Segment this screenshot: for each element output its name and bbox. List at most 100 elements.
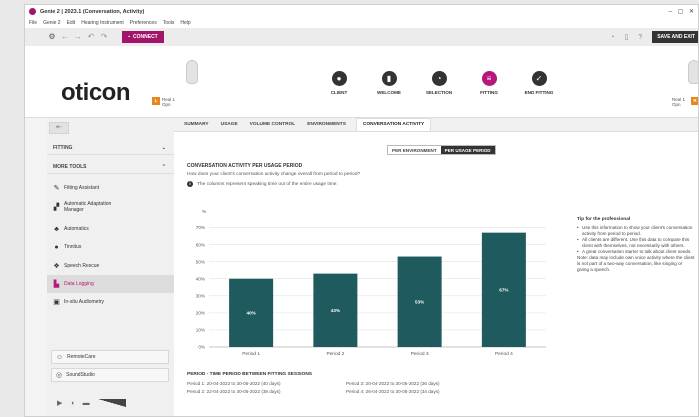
connect-button[interactable]: ▪ CONNECT	[122, 31, 164, 43]
y-tick-label: 50%	[196, 259, 205, 264]
back-icon[interactable]: ←	[60, 32, 70, 42]
connect-label: CONNECT	[133, 34, 158, 40]
sidebar-section-fitting[interactable]: FITTING ⌄	[47, 142, 174, 155]
sidebar-item-in-situ-audiometry[interactable]: ▣ In-situ Audiometry	[47, 293, 174, 311]
x-tick-label: Period 3	[411, 351, 429, 357]
hearing-aid-icon: ▮	[381, 71, 397, 86]
gauge-icon: ◔	[431, 71, 447, 86]
x-tick-label: Period 2	[326, 351, 344, 357]
sidebar-item-label: Speech Rescue	[64, 263, 100, 269]
sidebar-item-label: Tinnitus	[64, 244, 82, 250]
left-side-badge: L	[152, 97, 160, 105]
check-icon: ✓	[531, 71, 547, 86]
chevron-down-icon: ⌄	[161, 145, 166, 151]
help-icon[interactable]: ?	[638, 34, 642, 41]
right-device-label: Real 1 Opn	[672, 97, 685, 107]
y-tick-label: 40%	[196, 276, 205, 281]
person-icon: ●	[331, 71, 347, 86]
bar-data-label: 67%	[499, 288, 508, 293]
sidebar-item-automatic-adaptation-manager[interactable]: ▞ Automatic Adaptation Manager	[47, 198, 174, 216]
speaker-icon[interactable]: ◖	[70, 400, 74, 407]
right-hearing-aid-image[interactable]	[688, 60, 698, 84]
forward-icon[interactable]: →	[73, 32, 83, 42]
tip-title: Tip for the professional	[577, 217, 631, 222]
remotecare-label: RemoteCare	[67, 354, 96, 360]
step-end-fitting[interactable]: ✓ END FITTING	[523, 71, 555, 95]
step-welcome[interactable]: ▮ WELCOME	[373, 71, 405, 95]
sidebar-item-fitting-assistant[interactable]: ✎ Fitting Assistant	[47, 179, 174, 197]
speech-icon: ❖	[53, 262, 60, 270]
step-label: END FITTING	[524, 90, 554, 95]
right-side-badge: R	[691, 97, 698, 105]
period-2-range: Period 2: 22-04-2022 to 30-05-2022 (38 d…	[187, 389, 281, 394]
tip-bullet: All clients are different. Use this data…	[577, 237, 695, 249]
menu-tools[interactable]: Tools	[163, 20, 175, 26]
workflow-steps: ● CLIENT ▮ WELCOME ◔ SELECTION ≡ FITTING…	[323, 71, 555, 95]
headphones-icon[interactable]: ▬	[83, 400, 90, 407]
remotecare-button[interactable]: ☺ RemoteCare	[51, 350, 169, 364]
toolbar: ⚙ ← → ↶ ↷ ▪ CONNECT ◔ ▯ ? SAVE AND EXIT	[25, 28, 698, 46]
wand-icon: ✎	[53, 184, 60, 192]
bar-data-label: 53%	[415, 299, 424, 304]
y-tick-label: 20%	[196, 311, 205, 316]
menu-genie[interactable]: Genie 2	[43, 20, 61, 26]
tip-list: Use this information to show your client…	[577, 225, 695, 255]
menu-file[interactable]: File	[29, 20, 37, 26]
menu-hearing-instrument[interactable]: Hearing Instrument	[81, 20, 124, 26]
menu-bar: File Genie 2 Edit Hearing Instrument Pre…	[25, 18, 698, 28]
y-tick-label: 10%	[196, 328, 205, 333]
period-3-range: Period 3: 20-04-2022 to 30-05-2022 (36 d…	[346, 381, 440, 386]
soundstudio-icon: ◎	[56, 372, 63, 379]
collapse-sidebar-button[interactable]: ⇤	[49, 122, 69, 134]
sidebar-item-automatics[interactable]: ♣ Automatics	[47, 220, 174, 238]
x-tick-label: Period 1	[242, 351, 260, 357]
redo-icon[interactable]: ↷	[99, 32, 109, 42]
sidebar-item-data-logging[interactable]: ▙ Data Logging	[47, 275, 174, 293]
save-and-exit-button[interactable]: SAVE AND EXIT	[652, 31, 698, 43]
sidebar-item-label: In-situ Audiometry	[64, 299, 105, 305]
conversation-activity-chart: % 0% 10% 20% 30% 40% 50% 60% 70% 40% Period 1 43% Pe…	[196, 209, 546, 357]
document-icon[interactable]: ▯	[624, 33, 628, 41]
sidebar-item-speech-rescue[interactable]: ❖ Speech Rescue	[47, 257, 174, 275]
y-axis-unit-label: %	[202, 209, 207, 215]
volume-slider[interactable]	[97, 399, 126, 407]
data-logging-icon: ▙	[53, 280, 60, 288]
menu-edit[interactable]: Edit	[67, 20, 76, 26]
menu-preferences[interactable]: Preferences	[130, 20, 157, 26]
sidebar-item-tinnitus[interactable]: ● Tinnitus	[47, 238, 174, 256]
step-client[interactable]: ● CLIENT	[323, 71, 355, 95]
automatics-icon: ♣	[54, 225, 59, 233]
right-device-family: Opn	[672, 102, 681, 107]
menu-help[interactable]: Help	[180, 20, 190, 26]
title-bar: Genie 2 | 2023.1 (Conversation, Activity…	[25, 5, 698, 18]
bar-data-label: 43%	[331, 308, 340, 313]
y-tick-label: 0%	[198, 345, 205, 350]
oticon-logo: oticon	[61, 79, 131, 106]
window-controls[interactable]: – ▢ ✕	[669, 8, 696, 15]
step-label: WELCOME	[377, 90, 401, 95]
period-4-range: Period 4: 26-04-2022 to 30-05-2022 (34 d…	[346, 389, 440, 394]
y-tick-label: 30%	[196, 294, 205, 299]
play-icon[interactable]: ▶	[57, 399, 62, 407]
sidebar-section-more-tools[interactable]: MORE TOOLS ⌃	[47, 161, 174, 174]
tinnitus-icon: ●	[54, 243, 59, 251]
connect-icon: ▪	[128, 34, 131, 40]
bell-icon[interactable]: ◔	[610, 34, 614, 41]
audiometry-icon: ▣	[53, 298, 60, 306]
header: oticon L Real 1 Opn ● CLIENT ▮ WELCOME ◔…	[25, 46, 698, 118]
step-fitting[interactable]: ≡ FITTING	[473, 71, 505, 95]
left-hearing-aid-image[interactable]	[186, 60, 198, 84]
period-1-range: Period 1: 20-04-2022 to 30-05-2022 (40 d…	[187, 381, 281, 386]
soundstudio-label: SoundStudio	[66, 372, 95, 378]
y-tick-label: 60%	[196, 242, 205, 247]
tip-bullet: A great conversation starter to talk abo…	[577, 249, 695, 255]
soundstudio-button[interactable]: ◎ SoundStudio	[51, 368, 169, 382]
chart-icon: ▞	[53, 203, 60, 211]
step-label: FITTING	[480, 90, 498, 95]
chevron-up-icon: ⌃	[161, 164, 166, 170]
bar-data-label: 40%	[247, 311, 256, 316]
undo-icon[interactable]: ↶	[86, 32, 96, 42]
tip-bullet: Use this information to show your client…	[577, 225, 695, 237]
step-selection[interactable]: ◔ SELECTION	[423, 71, 455, 95]
gear-icon[interactable]: ⚙	[47, 32, 57, 42]
